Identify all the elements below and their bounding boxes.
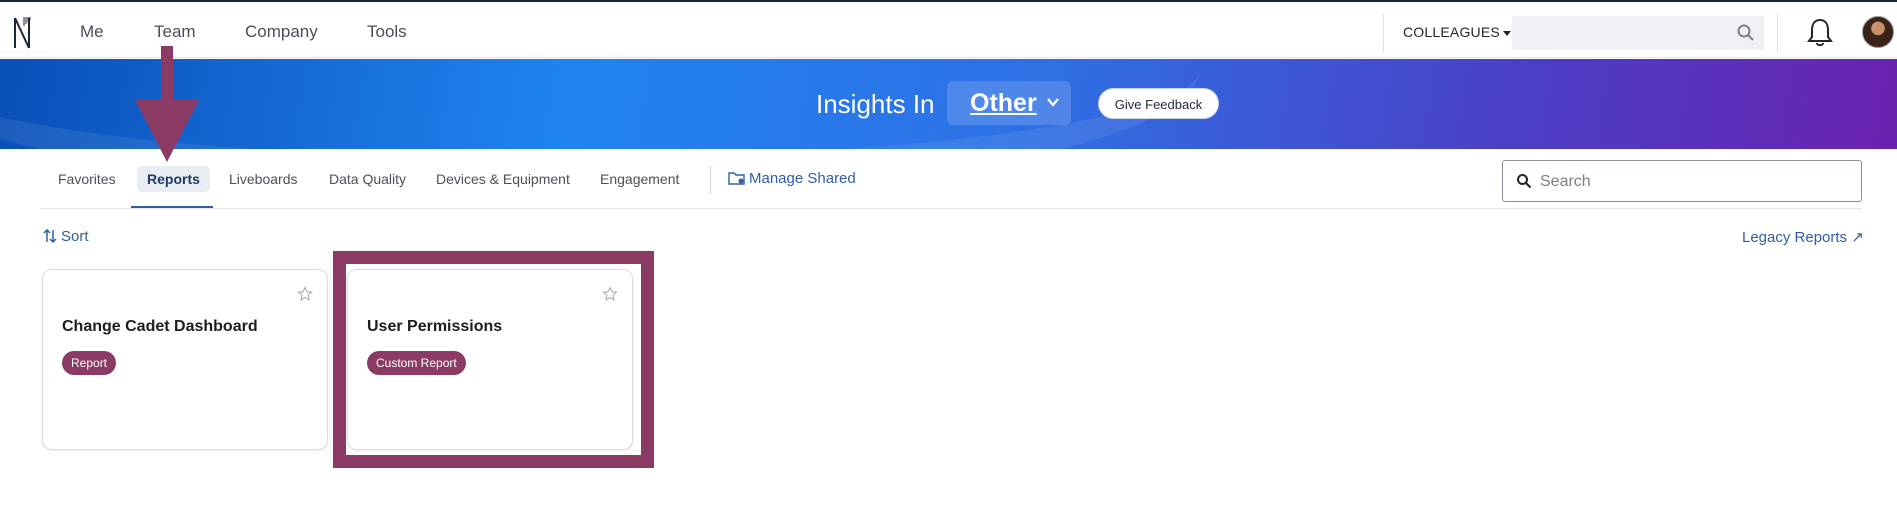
tab-data-quality[interactable]: Data Quality <box>329 171 406 187</box>
annotation-highlight-box <box>333 251 654 468</box>
nav-item-company[interactable]: Company <box>245 22 318 42</box>
search-placeholder: Search <box>1540 173 1591 190</box>
legacy-reports-link[interactable]: Legacy Reports ↗ <box>1742 228 1864 246</box>
sort-button[interactable]: Sort <box>43 228 89 245</box>
star-icon[interactable] <box>297 286 313 302</box>
caret-down-icon <box>1502 30 1511 36</box>
tab-engagement[interactable]: Engagement <box>600 171 679 187</box>
banner-title: Insights In <box>816 89 935 119</box>
global-search-input[interactable] <box>1512 16 1764 50</box>
logo-icon[interactable] <box>12 14 34 50</box>
card-title: Change Cadet Dashboard <box>62 318 258 335</box>
tab-liveboards[interactable]: Liveboards <box>229 171 298 187</box>
search-icon <box>1517 174 1532 189</box>
user-avatar[interactable] <box>1862 16 1894 48</box>
colleagues-label: COLLEAGUES <box>1403 24 1500 40</box>
reports-search-input[interactable]: Search <box>1502 160 1862 202</box>
annotation-arrow-icon <box>135 46 199 162</box>
sort-label: Sort <box>61 228 89 245</box>
nav-item-tools[interactable]: Tools <box>367 22 407 42</box>
manage-shared-link[interactable]: Manage Shared <box>728 170 856 187</box>
chevron-down-icon <box>1047 98 1059 107</box>
folder-gear-icon <box>728 172 745 185</box>
give-feedback-button[interactable]: Give Feedback <box>1098 88 1219 119</box>
nav-divider <box>1777 14 1778 52</box>
nav-divider <box>1383 14 1384 52</box>
insights-banner: Insights In Other Give Feedback <box>0 59 1897 149</box>
card-type-badge: Report <box>62 351 117 375</box>
manage-shared-label: Manage Shared <box>749 170 856 187</box>
search-icon[interactable] <box>1736 23 1756 43</box>
tab-devices-equipment[interactable]: Devices & Equipment <box>436 171 570 187</box>
bell-icon[interactable] <box>1805 16 1835 48</box>
tab-favorites[interactable]: Favorites <box>58 171 116 187</box>
tab-divider <box>710 166 711 194</box>
colleagues-dropdown[interactable]: COLLEAGUES <box>1403 24 1511 40</box>
report-card[interactable]: Change Cadet Dashboard Report <box>42 269 328 450</box>
top-navigation-bar: Me Team Company Tools COLLEAGUES <box>0 0 1897 58</box>
tabs-divider-line <box>40 208 1862 209</box>
sort-icon <box>43 228 57 244</box>
scope-dropdown-value: Other <box>970 89 1037 117</box>
tab-reports[interactable]: Reports <box>137 166 210 192</box>
scope-dropdown[interactable]: Other <box>947 81 1071 125</box>
nav-item-team[interactable]: Team <box>154 22 196 42</box>
nav-item-me[interactable]: Me <box>80 22 104 42</box>
